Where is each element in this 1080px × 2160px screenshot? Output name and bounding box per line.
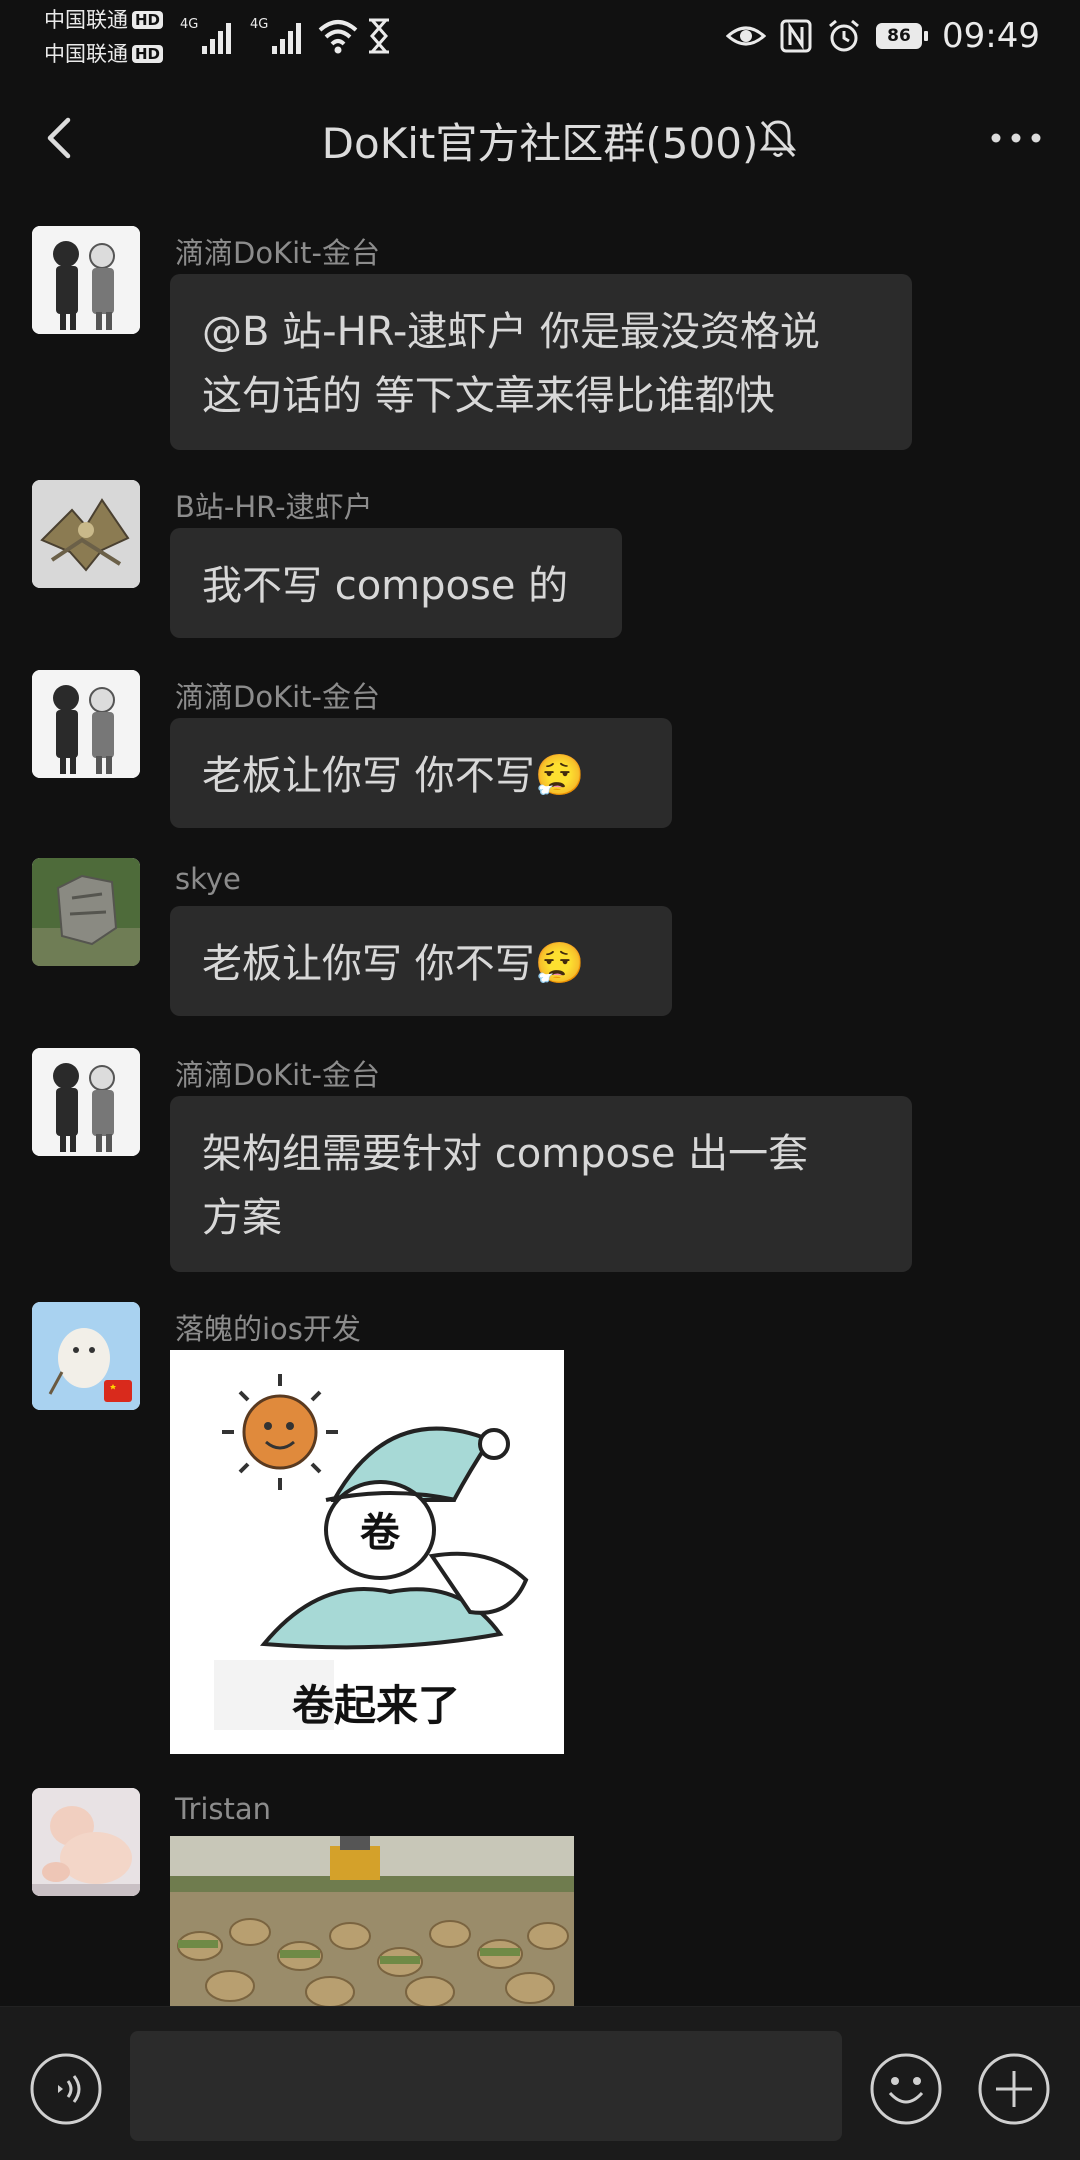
- sender-name: 落魄的ios开发: [175, 1312, 361, 1346]
- message-input[interactable]: [130, 2031, 842, 2141]
- sender-name: skye: [175, 862, 241, 896]
- hourglass-icon: [369, 18, 389, 54]
- message-bubble[interactable]: 老板让你写 你不写😮‍💨: [170, 718, 672, 828]
- nfc-icon: [780, 19, 812, 53]
- message-bubble[interactable]: @B 站-HR-逮虾户 你是最没资格说 这句话的 等下文章来得比谁都快: [170, 274, 912, 450]
- avatar-pet-image: [32, 1302, 140, 1410]
- carrier-1: 中国联通 HD: [44, 8, 164, 32]
- message-bubble[interactable]: 老板让你写 你不写😮‍💨: [170, 906, 672, 1016]
- carrier-2: 中国联通 HD: [44, 42, 164, 66]
- avatar[interactable]: [32, 670, 140, 778]
- chat-title: DoKit官方社区群(500): [321, 119, 759, 168]
- sender-name: B站-HR-逮虾户: [175, 490, 373, 524]
- more-dots-icon[interactable]: [988, 116, 1044, 160]
- carrier-2-label: 中国联通: [44, 42, 128, 66]
- smirk-emoji-icon: 😮‍💨: [534, 753, 585, 799]
- avatar-cartoon-image: [32, 226, 140, 334]
- photo-image[interactable]: [170, 1836, 574, 2006]
- avatar-cartoon-image: [32, 1048, 140, 1156]
- avatar[interactable]: [32, 1302, 140, 1410]
- avatar-cartoon-image: [32, 670, 140, 778]
- avatar[interactable]: [32, 480, 140, 588]
- avatar[interactable]: [32, 858, 140, 966]
- photo-turf-rolls: [170, 1836, 574, 2006]
- status-time: 09:49: [942, 16, 1040, 56]
- voice-icon[interactable]: [28, 2051, 104, 2127]
- sender-name: Tristan: [175, 1792, 272, 1826]
- signal-4g-label: 4G: [180, 17, 198, 32]
- battery-indicator: 86: [876, 23, 929, 49]
- bell-off-icon: [759, 120, 797, 158]
- message-text-line: 老板让你写 你不写: [202, 941, 535, 987]
- wifi-icon: [318, 20, 358, 54]
- status-bar: 中国联通 HD 中国联通 HD 4G 4G 86 09:49: [0, 0, 1080, 72]
- chat-header: DoKit官方社区群(500): [0, 96, 1080, 180]
- chat-input-bar: [0, 2006, 1080, 2160]
- carrier-1-label: 中国联通: [44, 8, 128, 32]
- message-text-line: 这句话的 等下文章来得比谁都快: [202, 373, 775, 419]
- hd-badge-1: HD: [132, 11, 164, 29]
- emoji-icon[interactable]: [868, 2051, 944, 2127]
- plus-icon[interactable]: [976, 2051, 1052, 2127]
- avatar[interactable]: [32, 1048, 140, 1156]
- sticker-illustration: 卷 卷起来了: [170, 1350, 564, 1754]
- avatar-robot-image: [32, 480, 140, 588]
- sender-name: 滴滴DoKit-金台: [175, 236, 380, 270]
- avatar-sculpture-image: [32, 858, 140, 966]
- avatar[interactable]: [32, 1788, 140, 1896]
- signal-4g-icon-1: 4G: [180, 17, 231, 54]
- message-text-line: 我不写 compose 的: [202, 563, 569, 609]
- status-right: 86 09:49: [726, 14, 1040, 58]
- sender-name: 滴滴DoKit-金台: [175, 1058, 380, 1092]
- smirk-emoji-icon: 😮‍💨: [534, 941, 585, 987]
- eye-icon: [726, 26, 767, 46]
- signal-4g-label-2: 4G: [250, 17, 268, 32]
- sender-name: 滴滴DoKit-金台: [175, 680, 380, 714]
- sticker-char: 卷: [360, 1510, 401, 1556]
- alarm-icon: [829, 19, 859, 52]
- message-bubble[interactable]: 架构组需要针对 compose 出一套 方案: [170, 1096, 912, 1272]
- avatar-baby-image: [32, 1788, 140, 1896]
- avatar[interactable]: [32, 226, 140, 334]
- message-text-line: @B 站-HR-逮虾户 你是最没资格说: [202, 309, 820, 355]
- signal-4g-icon-2: 4G: [250, 17, 301, 54]
- sticker-image[interactable]: 卷 卷起来了: [170, 1350, 564, 1754]
- sticker-caption: 卷起来了: [292, 1681, 460, 1730]
- message-text-line: 老板让你写 你不写: [202, 753, 535, 799]
- message-bubble[interactable]: 我不写 compose 的: [170, 528, 622, 638]
- message-text-line: 方案: [202, 1195, 282, 1241]
- message-text-line: 架构组需要针对 compose 出一套: [202, 1131, 809, 1177]
- battery-level: 86: [876, 23, 923, 49]
- hd-badge-2: HD: [132, 45, 164, 63]
